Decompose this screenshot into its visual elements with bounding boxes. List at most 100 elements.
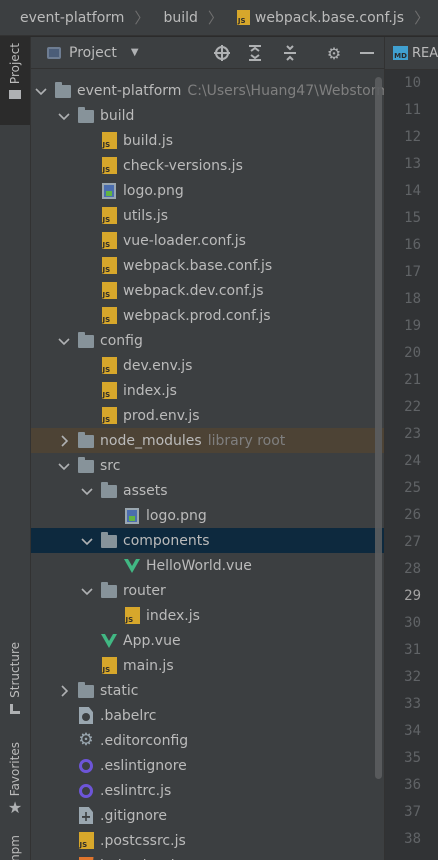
- chevron-down-icon[interactable]: [58, 335, 70, 347]
- tree-file-row[interactable]: dev.env.js: [31, 353, 384, 378]
- tree-file-row[interactable]: index.js: [31, 603, 384, 628]
- tree-item-name: static: [100, 682, 139, 699]
- chevron-right-icon[interactable]: [58, 684, 70, 697]
- js-file-icon: [100, 282, 118, 300]
- line-number: 21: [404, 372, 421, 388]
- collapse-all-icon[interactable]: [279, 43, 301, 63]
- line-number: 28: [404, 561, 421, 577]
- line-number: 22: [404, 399, 421, 415]
- folder-icon-glyph: [101, 582, 117, 598]
- tree-folder-row[interactable]: src: [31, 453, 384, 478]
- html-file-icon: [77, 857, 95, 860]
- tree-file-row[interactable]: prod.env.js: [31, 403, 384, 428]
- line-number: 34: [404, 723, 421, 739]
- line-number: 33: [404, 696, 421, 712]
- folder-icon-glyph: [78, 432, 94, 448]
- tree-file-row[interactable]: webpack.base.conf.js: [31, 253, 384, 278]
- expand-all-icon[interactable]: [244, 43, 266, 63]
- tree-item-label: config: [100, 333, 143, 349]
- image-file-icon: [100, 182, 118, 200]
- js-file-icon: [100, 157, 118, 175]
- eslint-icon: [77, 782, 95, 800]
- chevron-down-icon[interactable]: [58, 110, 70, 122]
- tool-tab-npm[interactable]: npm: [0, 835, 30, 860]
- tree-folder-row[interactable]: assets: [31, 478, 384, 503]
- tree-item-name: webpack.prod.conf.js: [123, 307, 271, 324]
- tree-item-label: webpack.prod.conf.js: [123, 308, 271, 324]
- markdown-icon: MD: [393, 46, 408, 60]
- tree-folder-row[interactable]: event-platform C:\Users\Huang47\Webstorm: [31, 78, 384, 103]
- js-file-icon-glyph: [101, 657, 117, 674]
- tree-folder-row[interactable]: router: [31, 578, 384, 603]
- line-number: 13: [404, 156, 421, 172]
- tree-file-row[interactable]: utils.js: [31, 203, 384, 228]
- chevron-right-icon[interactable]: [58, 434, 70, 447]
- tree-file-row[interactable]: .gitignore: [31, 803, 384, 828]
- tree-item-label: main.js: [123, 658, 174, 674]
- tree-file-row[interactable]: .postcssrc.js: [31, 828, 384, 853]
- tree-file-row[interactable]: webpack.dev.conf.js: [31, 278, 384, 303]
- chevron-down-icon[interactable]: [81, 485, 93, 497]
- folder-icon: [100, 532, 118, 550]
- view-selector-dropdown[interactable]: Project ▼: [47, 45, 139, 61]
- tree-file-row[interactable]: ⚙ .editorconfig: [31, 728, 384, 753]
- structure-icon: [10, 703, 20, 714]
- locate-file-icon[interactable]: [211, 43, 233, 63]
- js-file-icon: [100, 132, 118, 150]
- editor-tab-label: README: [412, 45, 438, 61]
- tree-folder-row[interactable]: components: [31, 528, 384, 553]
- folder-icon: [77, 332, 95, 350]
- chevron-down-icon[interactable]: [81, 585, 93, 597]
- tree-file-row[interactable]: index.html: [31, 853, 384, 860]
- tree-item-label: vue-loader.conf.js: [123, 233, 246, 249]
- breadcrumb-label: event-platform: [20, 9, 125, 26]
- editor-tab[interactable]: MD README: [385, 46, 438, 61]
- js-file-icon: [236, 10, 250, 25]
- tree-file-row[interactable]: vue-loader.conf.js: [31, 228, 384, 253]
- tool-tab-favorites[interactable]: Favorites ★: [0, 742, 30, 824]
- tree-file-row[interactable]: webpack.prod.conf.js: [31, 303, 384, 328]
- folder-icon: [100, 482, 118, 500]
- tree-scrollbar[interactable]: [375, 77, 382, 779]
- tree-file-row[interactable]: build.js: [31, 128, 384, 153]
- tool-tab-label: Structure: [8, 642, 22, 698]
- tree-file-row[interactable]: .eslintignore: [31, 753, 384, 778]
- gear-icon[interactable]: ⚙: [323, 43, 345, 63]
- tool-tab-project[interactable]: Project: [0, 37, 30, 125]
- tree-folder-row[interactable]: node_modules library root: [31, 428, 384, 453]
- tree-item-label: .postcssrc.js: [100, 833, 186, 849]
- tree-folder-row[interactable]: config: [31, 328, 384, 353]
- tree-file-row[interactable]: .eslintrc.js: [31, 778, 384, 803]
- gear-icon-glyph: ⚙: [78, 730, 94, 750]
- tree-item-name: check-versions.js: [123, 157, 243, 174]
- tool-tab-structure[interactable]: Structure: [0, 642, 30, 724]
- tree-item-label: src: [100, 458, 120, 474]
- tree-item-label: App.vue: [123, 633, 181, 649]
- tree-file-row[interactable]: check-versions.js: [31, 153, 384, 178]
- vue-file-icon: [100, 632, 118, 650]
- breadcrumb-item-file[interactable]: webpack.base.conf.js: [229, 10, 404, 26]
- tree-file-row[interactable]: main.js: [31, 653, 384, 678]
- tree-folder-row[interactable]: static: [31, 678, 384, 703]
- tree-file-row[interactable]: .babelrc: [31, 703, 384, 728]
- tree-folder-row[interactable]: build: [31, 103, 384, 128]
- chevron-down-icon[interactable]: [58, 460, 70, 472]
- editor-tab-bar: MD README: [384, 37, 438, 70]
- tree-item-label: prod.env.js: [123, 408, 200, 424]
- tree-file-row[interactable]: App.vue: [31, 628, 384, 653]
- chevron-down-icon[interactable]: [35, 85, 47, 97]
- tree-item-label: index.js: [123, 383, 177, 399]
- chevron-down-icon[interactable]: [81, 535, 93, 547]
- image-file-icon: [123, 507, 141, 525]
- tree-file-row[interactable]: logo.png: [31, 178, 384, 203]
- tree-file-row[interactable]: index.js: [31, 378, 384, 403]
- js-file-icon-glyph: [101, 407, 117, 424]
- js-file-icon: [100, 357, 118, 375]
- tree-file-row[interactable]: HelloWorld.vue: [31, 553, 384, 578]
- breadcrumb-item-project[interactable]: event-platform: [0, 10, 124, 26]
- tree-file-row[interactable]: logo.png: [31, 503, 384, 528]
- tree-item-label: event-platform C:\Users\Huang47\Webstorm: [77, 83, 384, 99]
- js-file-icon: [100, 307, 118, 325]
- hide-panel-icon[interactable]: [356, 43, 378, 63]
- breadcrumb-item-build[interactable]: build: [155, 10, 197, 26]
